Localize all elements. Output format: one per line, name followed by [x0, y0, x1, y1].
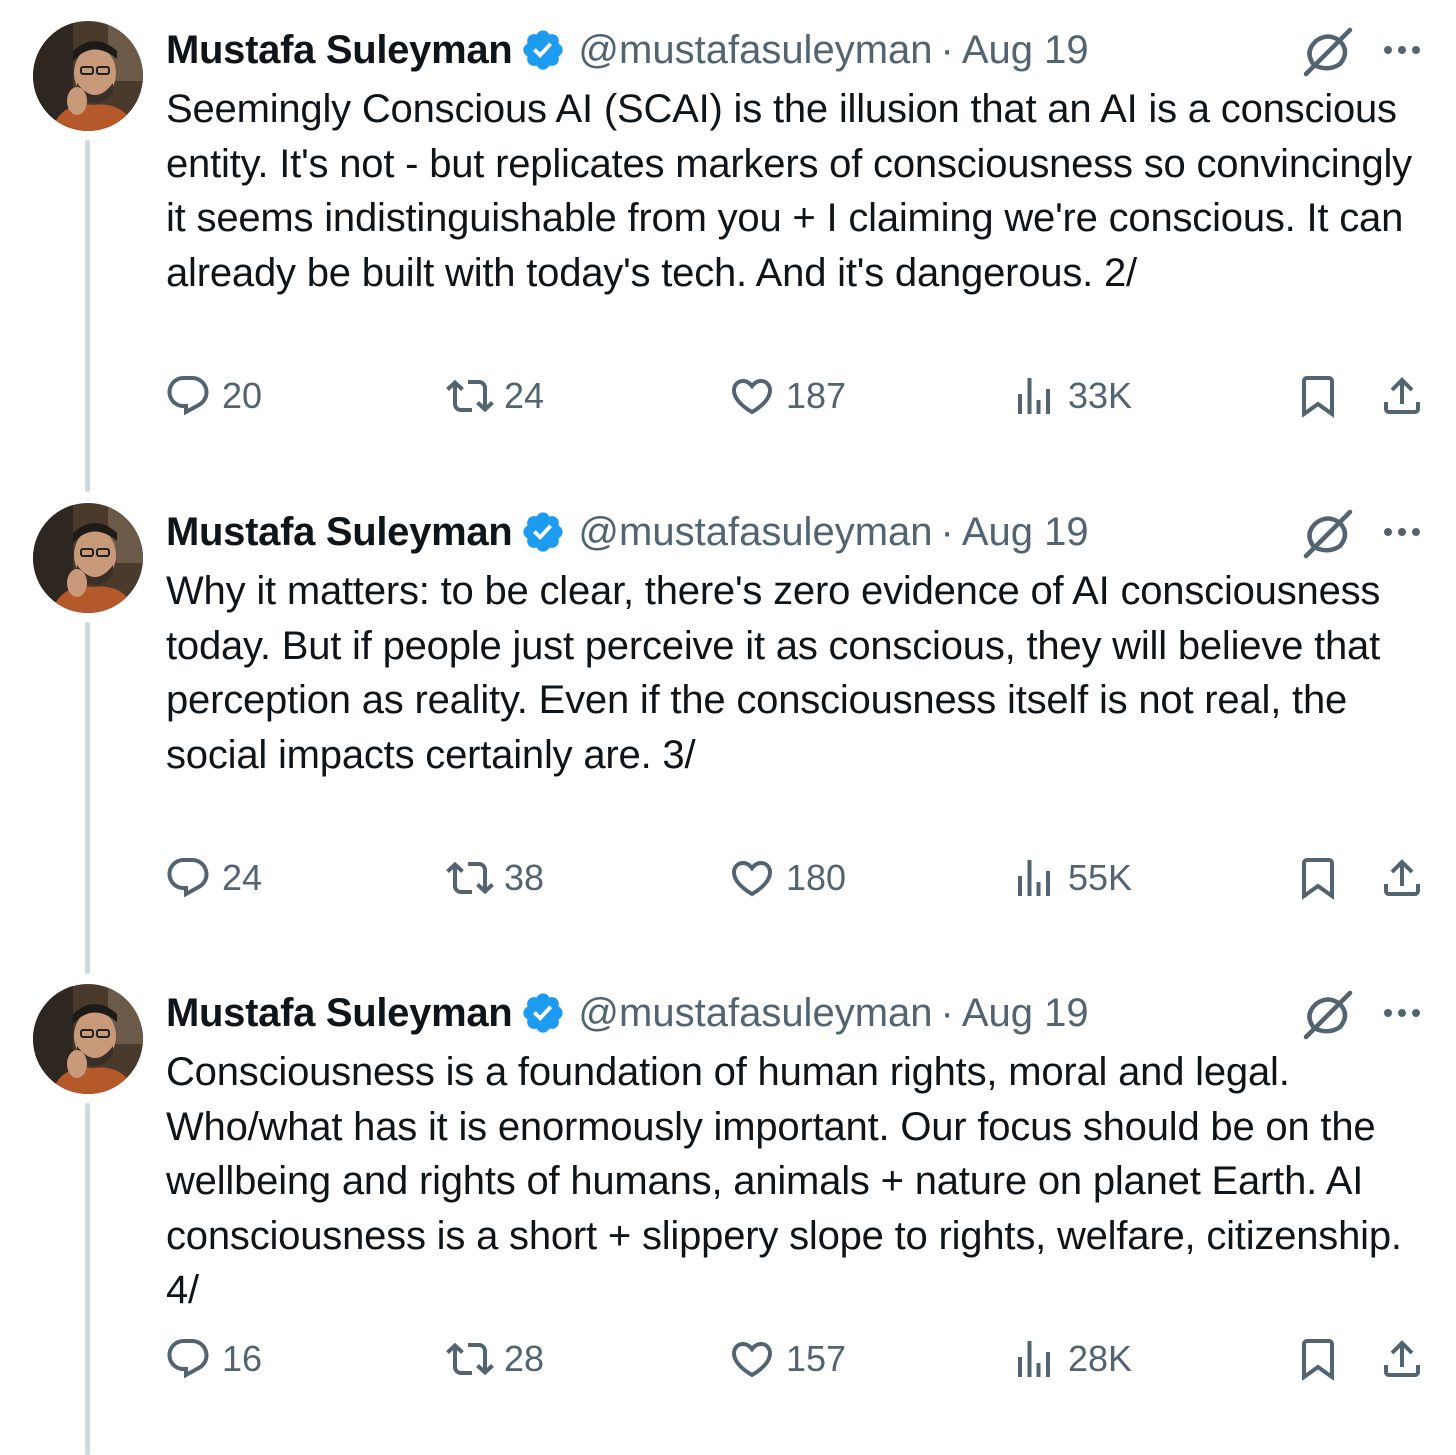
views-count: 28K: [1068, 1338, 1133, 1379]
retweet-count: 24: [504, 375, 545, 416]
author-handle[interactable]: @mustafasuleyman: [578, 991, 932, 1036]
share-button[interactable]: [1378, 1329, 1426, 1389]
author-handle[interactable]: @mustafasuleyman: [578, 28, 932, 73]
reply-count: 20: [222, 375, 263, 416]
retweet-button[interactable]: 24: [446, 366, 544, 426]
tweet-2[interactable]: Mustafa Suleyman @mustafasuleyman · Aug …: [0, 482, 1456, 974]
retweet-icon: [446, 379, 494, 413]
header-separator: ·: [940, 509, 954, 554]
tweet-actions: 16 28 157 28K: [0, 1329, 1456, 1389]
retweet-icon: [446, 861, 494, 895]
avatar[interactable]: [33, 984, 143, 1094]
tweet-header: Mustafa Suleyman @mustafasuleyman · Aug …: [166, 506, 1089, 558]
reply-icon: [167, 1339, 209, 1379]
tweet-date[interactable]: Aug 19: [962, 28, 1089, 73]
reply-button[interactable]: 24: [164, 848, 262, 908]
tweet-3[interactable]: Mustafa Suleyman @mustafasuleyman · Aug …: [0, 963, 1456, 1455]
header-separator: ·: [940, 990, 954, 1035]
tweet-header: Mustafa Suleyman @mustafasuleyman · Aug …: [166, 24, 1089, 76]
tweet-actions: 20 24 187 33K: [0, 366, 1456, 426]
views-button[interactable]: 33K: [1010, 366, 1132, 426]
views-button[interactable]: 28K: [1010, 1329, 1132, 1389]
retweet-icon: [446, 1342, 494, 1376]
grok-icon[interactable]: [1300, 506, 1356, 562]
avatar[interactable]: [33, 503, 143, 613]
author-handle[interactable]: @mustafasuleyman: [578, 510, 932, 555]
reply-count: 24: [222, 857, 263, 898]
tweet-1[interactable]: Mustafa Suleyman @mustafasuleyman · Aug …: [0, 0, 1456, 492]
tweet-text: Seemingly Conscious AI (SCAI) is the ill…: [166, 87, 1412, 295]
views-icon: [1018, 1341, 1050, 1377]
like-count: 187: [786, 375, 847, 416]
reply-icon: [167, 376, 209, 416]
like-count: 157: [786, 1338, 847, 1379]
grok-icon[interactable]: [1300, 987, 1356, 1043]
retweet-count: 38: [504, 857, 545, 898]
reply-button[interactable]: 16: [164, 1329, 262, 1389]
reply-button[interactable]: 20: [164, 366, 262, 426]
author-name[interactable]: Mustafa Suleyman: [166, 510, 513, 555]
tweet-date[interactable]: Aug 19: [962, 510, 1089, 555]
author-name[interactable]: Mustafa Suleyman: [166, 991, 513, 1036]
like-count: 180: [786, 857, 847, 898]
views-icon: [1018, 378, 1050, 414]
reply-count: 16: [222, 1338, 263, 1379]
verified-badge-icon: [523, 512, 564, 552]
heart-icon: [731, 1342, 773, 1378]
more-icon[interactable]: [1378, 989, 1426, 1037]
like-button[interactable]: 187: [728, 366, 846, 426]
share-icon: [1384, 1340, 1420, 1377]
verified-badge-icon: [523, 993, 564, 1033]
tweet-header: Mustafa Suleyman @mustafasuleyman · Aug …: [166, 987, 1089, 1039]
thread-connector-line: [85, 622, 90, 974]
tweet-date[interactable]: Aug 19: [962, 991, 1089, 1036]
header-separator: ·: [940, 27, 954, 72]
views-count: 33K: [1068, 375, 1133, 416]
bookmark-icon: [1302, 376, 1334, 418]
bookmark-button[interactable]: [1294, 366, 1342, 426]
more-icon[interactable]: [1378, 26, 1426, 74]
share-button[interactable]: [1378, 848, 1426, 908]
heart-icon: [731, 861, 773, 897]
retweet-count: 28: [504, 1338, 545, 1379]
reply-icon: [167, 858, 209, 898]
views-button[interactable]: 55K: [1010, 848, 1132, 908]
bookmark-icon: [1302, 1339, 1334, 1381]
views-icon: [1018, 860, 1050, 896]
bookmark-icon: [1302, 858, 1334, 900]
bookmark-button[interactable]: [1294, 848, 1342, 908]
heart-icon: [731, 379, 773, 415]
share-icon: [1384, 377, 1420, 414]
tweet-text: Why it matters: to be clear, there's zer…: [166, 569, 1381, 777]
tweet-text: Consciousness is a foundation of human r…: [166, 1050, 1402, 1313]
verified-badge-icon: [523, 30, 564, 70]
like-button[interactable]: 180: [728, 848, 846, 908]
views-count: 55K: [1068, 857, 1133, 898]
author-name[interactable]: Mustafa Suleyman: [166, 28, 513, 73]
grok-icon[interactable]: [1300, 24, 1356, 80]
thread-connector-line: [85, 140, 90, 492]
retweet-button[interactable]: 28: [446, 1329, 544, 1389]
share-icon: [1384, 859, 1420, 896]
retweet-button[interactable]: 38: [446, 848, 544, 908]
bookmark-button[interactable]: [1294, 1329, 1342, 1389]
thread-connector-line: [85, 1103, 90, 1455]
share-button[interactable]: [1378, 366, 1426, 426]
avatar[interactable]: [33, 21, 143, 131]
more-icon[interactable]: [1378, 508, 1426, 556]
like-button[interactable]: 157: [728, 1329, 846, 1389]
tweet-actions: 24 38 180 55K: [0, 848, 1456, 908]
